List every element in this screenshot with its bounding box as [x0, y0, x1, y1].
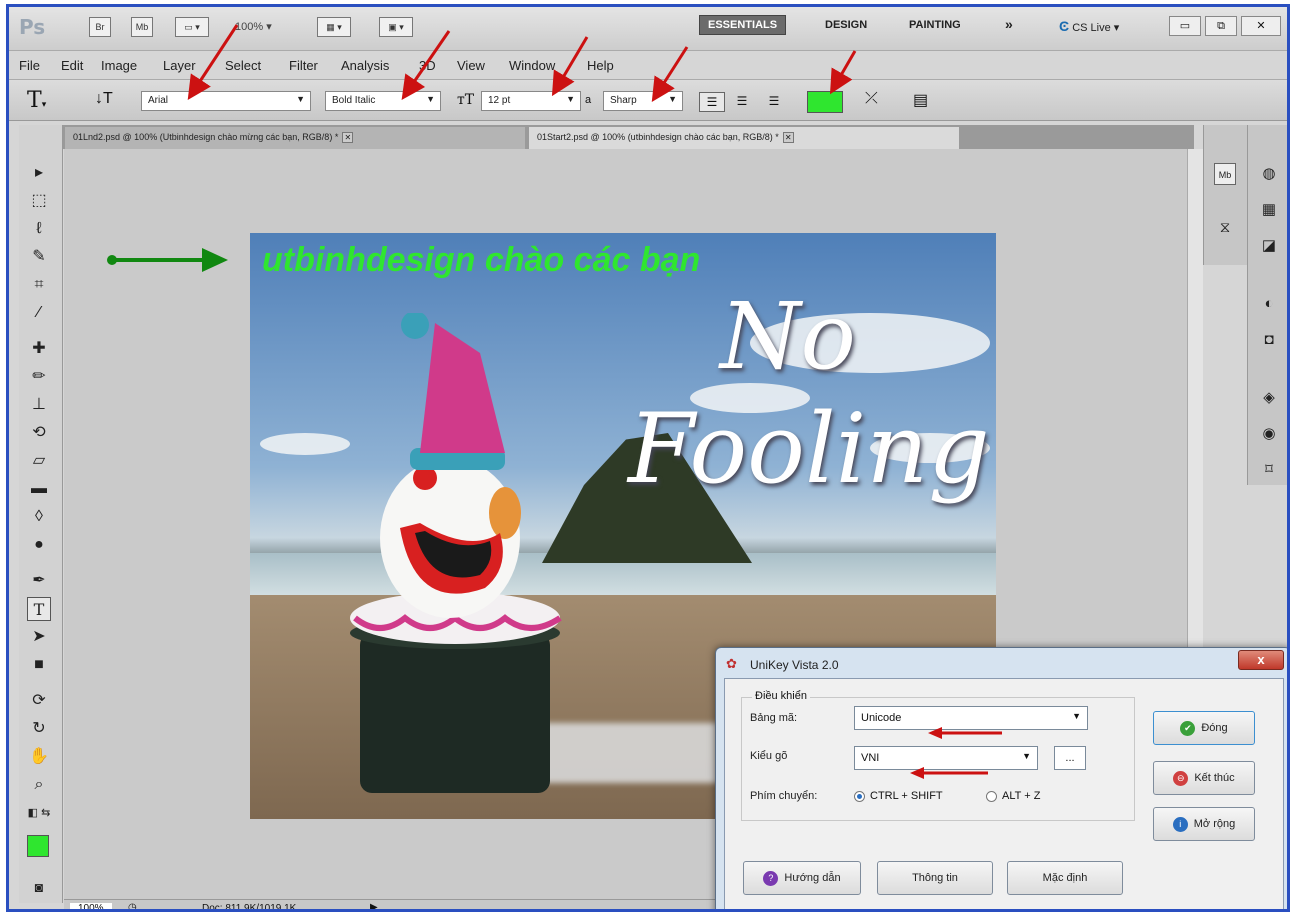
- panel-dock-collapsed: Mb ⧖: [1203, 125, 1247, 265]
- tools-panel: ▸ ⬚ ℓ ✎ ⌗ ⁄ ✚ ✏ ⊥ ⟲ ▱ ▬ ◊ ● ✒ T ➤ ■ ⟳ ↻ …: [19, 125, 63, 903]
- red-arrow-annotations: [187, 24, 857, 103]
- brush-tool-icon[interactable]: ✏: [27, 365, 51, 389]
- history-icon[interactable]: ⧖: [1214, 217, 1236, 239]
- status-zoom[interactable]: 100%: [70, 903, 112, 909]
- expand-button[interactable]: i Mở rộng: [1153, 807, 1255, 841]
- styles-panel-icon[interactable]: ◪: [1258, 235, 1280, 257]
- quick-selection-tool-icon[interactable]: ✎: [27, 245, 51, 269]
- adjustments-panel-icon[interactable]: ◐: [1258, 293, 1280, 315]
- text-layer[interactable]: utbinhdesign chào các bạn: [262, 241, 700, 280]
- lasso-tool-icon[interactable]: ℓ: [27, 217, 51, 241]
- rectangle-tool-icon[interactable]: ■: [27, 653, 51, 677]
- chevron-down-icon: ▼: [1022, 751, 1031, 761]
- crop-tool-icon[interactable]: ⌗: [27, 273, 51, 297]
- info-button[interactable]: Thông tin: [877, 861, 993, 895]
- zoom-tool-icon[interactable]: ⌕: [27, 773, 51, 797]
- gradient-tool-icon[interactable]: ▬: [27, 477, 51, 501]
- status-arrow-icon[interactable]: ▶: [370, 902, 378, 909]
- radio-checked-icon: [854, 790, 865, 802]
- clown-trash-can: [350, 313, 562, 793]
- help-icon: ?: [763, 870, 779, 886]
- input-method-options-button[interactable]: ...: [1054, 746, 1086, 770]
- panel-dock-icons: ◍ ▦ ◪ ◐ ◘ ◈ ◉ ⌑: [1247, 125, 1287, 485]
- dialog-close-button[interactable]: x: [1238, 650, 1284, 670]
- radio-unchecked-icon: [986, 790, 997, 802]
- exit-button[interactable]: ⊖ Kết thúc: [1153, 761, 1255, 795]
- blur-tool-icon[interactable]: ◊: [27, 505, 51, 529]
- no-fooling-line2: Fooling: [628, 393, 990, 505]
- layers-panel-icon[interactable]: ◈: [1258, 387, 1280, 409]
- close-button[interactable]: ✔ Đóng: [1153, 711, 1255, 745]
- marquee-tool-icon[interactable]: ⬚: [27, 189, 51, 213]
- quick-mask-icon[interactable]: ◙: [27, 875, 51, 899]
- swatches-panel-icon[interactable]: ▦: [1258, 199, 1280, 221]
- chevron-down-icon: ▼: [1072, 711, 1081, 721]
- switch-alt-z-radio[interactable]: ALT + Z: [986, 790, 1040, 802]
- history-brush-tool-icon[interactable]: ⟲: [27, 421, 51, 445]
- paths-panel-icon[interactable]: ⌑: [1258, 459, 1280, 481]
- color-panel-icon[interactable]: ◍: [1258, 163, 1280, 185]
- info-icon: i: [1172, 816, 1188, 832]
- foreground-color-swatch[interactable]: [27, 835, 49, 857]
- type-tool-icon[interactable]: T: [27, 597, 51, 621]
- move-tool-icon[interactable]: ▸: [27, 161, 51, 185]
- mini-bridge-icon[interactable]: Mb: [1214, 163, 1236, 185]
- switch-key-label: Phím chuyển:: [750, 790, 818, 802]
- dialog-red-arrows: [910, 727, 1002, 779]
- eraser-tool-icon[interactable]: ▱: [27, 449, 51, 473]
- doc-size: Doc: 811.9K/1019.1K: [202, 903, 297, 912]
- default-button[interactable]: Mặc định: [1007, 861, 1123, 895]
- switch-ctrl-shift-radio[interactable]: CTRL + SHIFT: [854, 790, 943, 802]
- clone-stamp-tool-icon[interactable]: ⊥: [27, 393, 51, 417]
- unikey-dialog: ✿ UniKey Vista 2.0 x Điều khiển Bảng mã:…: [715, 647, 1287, 909]
- help-button[interactable]: ? Hướng dẫn: [743, 861, 861, 895]
- check-icon: ✔: [1180, 720, 1196, 736]
- dodge-tool-icon[interactable]: ●: [27, 533, 51, 557]
- channels-panel-icon[interactable]: ◉: [1258, 423, 1280, 445]
- stop-icon: ⊖: [1173, 770, 1189, 786]
- 3d-orbit-tool-icon[interactable]: ↻: [27, 717, 51, 741]
- hand-tool-icon[interactable]: ✋: [27, 745, 51, 769]
- eyedropper-tool-icon[interactable]: ⁄: [27, 301, 51, 325]
- swap-colors-icon[interactable]: ◧ ⇆: [27, 801, 51, 825]
- pen-tool-icon[interactable]: ✒: [27, 569, 51, 593]
- healing-brush-tool-icon[interactable]: ✚: [27, 337, 51, 361]
- green-arrow-annotation: [107, 248, 228, 272]
- 3d-rotate-tool-icon[interactable]: ⟳: [27, 689, 51, 713]
- photoshop-window: Ps Br Mb ▭ ▾ 100% ▾ ▦ ▾ ▣ ▾ ESSENTIALS D…: [6, 4, 1290, 912]
- path-selection-tool-icon[interactable]: ➤: [27, 625, 51, 649]
- masks-panel-icon[interactable]: ◘: [1258, 329, 1280, 351]
- status-menu-icon[interactable]: ◷: [128, 902, 137, 909]
- no-fooling-line1: No: [720, 283, 856, 390]
